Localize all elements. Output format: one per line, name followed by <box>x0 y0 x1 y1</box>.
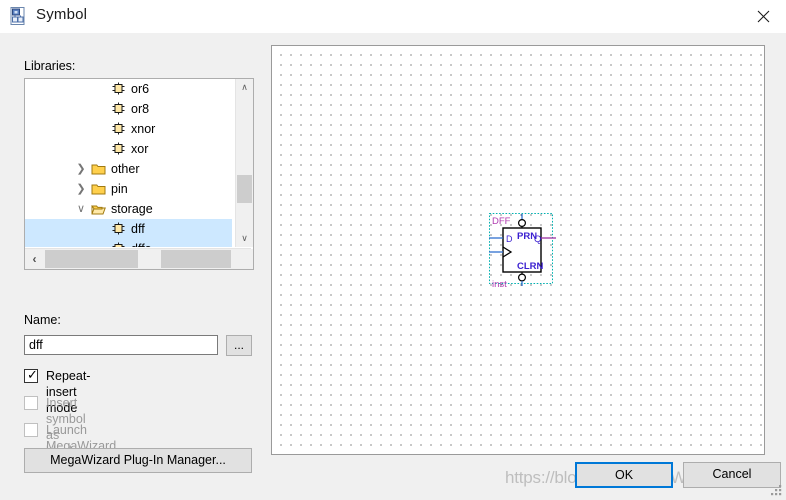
symbol-icon <box>111 142 126 156</box>
tree-item-label: or6 <box>131 82 150 96</box>
tree-item-label: xor <box>131 142 149 156</box>
symbol-icon <box>111 242 126 247</box>
dff-symbol-preview[interactable]: D PRN CLRN Q DFF inst <box>487 211 567 291</box>
instance-name-label: inst <box>492 279 507 290</box>
megawizard-plugin-manager-button[interactable]: MegaWizard Plug-In Manager... <box>24 448 252 473</box>
window-title: Symbol <box>36 6 88 23</box>
symbol-icon <box>111 102 126 116</box>
checkbox-box: ✓ <box>24 367 38 383</box>
symbol-name-label: DFF <box>492 216 511 227</box>
symbol-icon <box>111 122 126 136</box>
checkmark-icon: ✓ <box>27 367 38 382</box>
chevron-right-icon[interactable]: ❯ <box>73 179 89 199</box>
tree-horizontal-scroll-track[interactable] <box>45 250 231 268</box>
tree-item-xnor[interactable]: xnor <box>25 119 232 139</box>
folder-open-icon <box>91 202 106 216</box>
libraries-tree[interactable]: or6 or8 xnor xor ❯ other ❯ pin ∨ storage dff dffe ∧… <box>24 78 254 270</box>
checkbox-box <box>24 423 38 437</box>
scroll-up-arrow-icon[interactable]: ∧ <box>236 79 253 96</box>
tree-item-dff[interactable]: dff <box>25 219 232 239</box>
close-icon <box>757 10 769 22</box>
libraries-tree-list[interactable]: or6 or8 xnor xor ❯ other ❯ pin ∨ storage dff dffe <box>25 79 232 247</box>
close-button[interactable] <box>740 0 786 32</box>
tree-vertical-scroll-thumb[interactable] <box>237 175 252 203</box>
checkbox-box <box>24 396 38 410</box>
tree-item-storage[interactable]: ∨ storage <box>25 199 232 219</box>
folder-closed-icon <box>91 162 106 176</box>
tree-scroll-corner <box>236 249 253 269</box>
tree-item-label: dffe <box>131 239 152 247</box>
libraries-label: Libraries: <box>24 59 76 73</box>
pin-label-clrn: CLRN <box>517 261 544 272</box>
chevron-down-icon[interactable]: ∨ <box>73 199 89 219</box>
window-titlebar: Symbol <box>0 0 786 34</box>
folder-closed-icon <box>91 182 106 196</box>
pin-label-q: Q <box>534 234 541 245</box>
symbol-file-icon <box>8 6 28 26</box>
tree-item-label: other <box>111 162 140 176</box>
name-label: Name: <box>24 313 61 327</box>
tree-item-label: dff <box>131 222 145 236</box>
tree-item-dffe[interactable]: dffe <box>25 239 232 247</box>
left-panel: Libraries: or6 or8 xnor xor ❯ other ❯ pin ∨ stora… <box>0 33 262 500</box>
tree-item-pin[interactable]: ❯ pin <box>25 179 232 199</box>
scroll-down-arrow-icon[interactable]: ∨ <box>236 230 253 247</box>
tree-item-or6[interactable]: or6 <box>25 79 232 99</box>
cancel-button[interactable]: Cancel <box>683 462 781 488</box>
name-input[interactable] <box>24 335 218 355</box>
prn-pin <box>518 214 527 228</box>
tree-item-other[interactable]: ❯ other <box>25 159 232 179</box>
symbol-icon <box>111 82 126 96</box>
pin-label-d: D <box>506 234 513 244</box>
tree-vertical-scrollbar[interactable]: ∧ ∨ <box>235 79 253 247</box>
resize-grip[interactable] <box>770 484 783 497</box>
tree-item-or8[interactable]: or8 <box>25 99 232 119</box>
chevron-right-icon[interactable]: ❯ <box>73 159 89 179</box>
tree-horizontal-scroll-thumb[interactable] <box>138 250 161 268</box>
tree-item-label: or8 <box>131 102 150 116</box>
tree-horizontal-scrollbar[interactable]: ‹ › <box>25 248 251 269</box>
browse-button[interactable]: ... <box>226 335 252 356</box>
tree-item-label: pin <box>111 182 128 196</box>
tree-item-label: xnor <box>131 122 156 136</box>
ok-button[interactable]: OK <box>575 462 673 488</box>
tree-item-xor[interactable]: xor <box>25 139 232 159</box>
tree-item-label: storage <box>111 202 153 216</box>
symbol-icon <box>111 222 126 236</box>
scroll-left-arrow-icon[interactable]: ‹ <box>25 249 44 269</box>
symbol-preview-pane[interactable]: D PRN CLRN Q DFF inst <box>271 45 765 455</box>
